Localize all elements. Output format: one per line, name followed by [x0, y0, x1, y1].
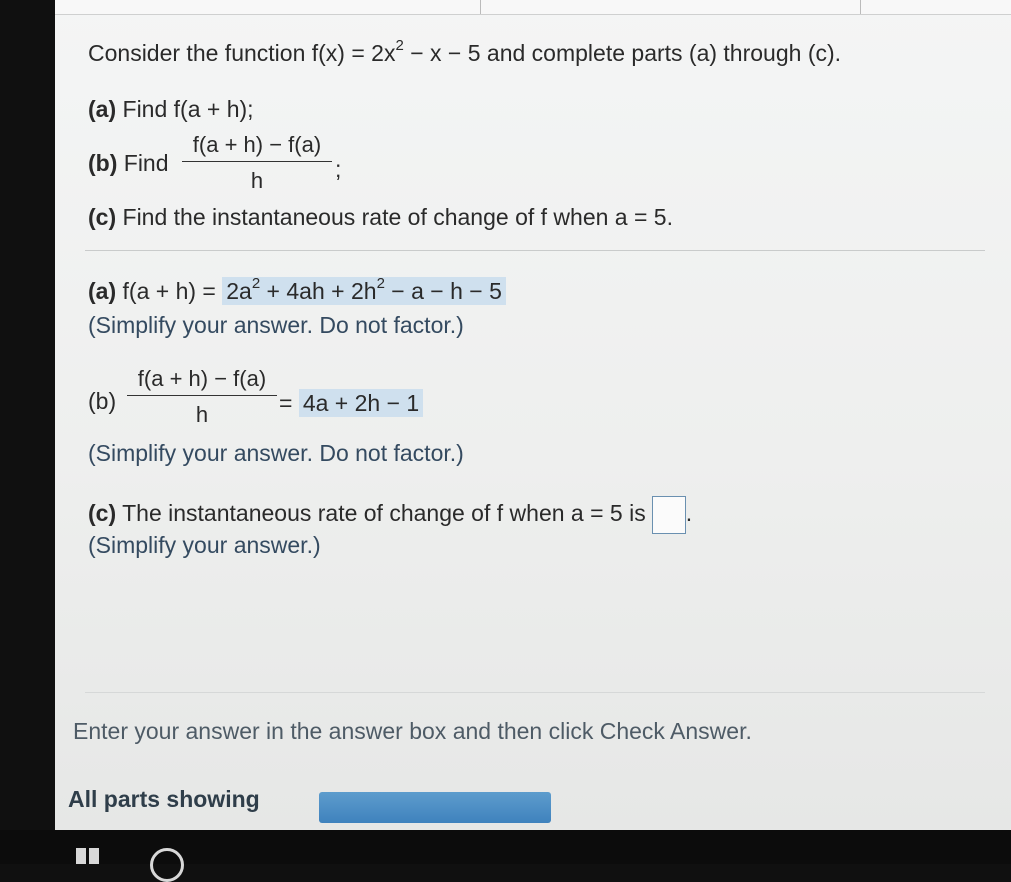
- answer-a-exponent: 2: [376, 275, 385, 292]
- answer-b-note: (Simplify your answer. Do not factor.): [88, 440, 464, 466]
- question-intro: Consider the function f(x) = 2x2 − x − 5…: [88, 37, 842, 67]
- answer-a-exponent: 2: [251, 275, 261, 292]
- answer-c-text: The instantaneous rate of change of f wh…: [122, 500, 646, 527]
- parts-showing-label: All parts showing: [68, 786, 260, 812]
- part-c-prompt: (c) Find the instantaneous rate of chang…: [88, 204, 673, 231]
- answer-b-fraction: f(a + h) − f(a) h: [127, 366, 277, 428]
- intro-text-end: − x − 5 and complete parts (a) through (…: [403, 40, 842, 66]
- part-a-tag: (a): [88, 96, 117, 122]
- part-a-prompt: (a) Find f(a + h);: [88, 96, 254, 123]
- question-panel: Consider the function f(x) = 2x2 − x − 5…: [55, 0, 1011, 830]
- part-c-tag: (c): [88, 204, 117, 230]
- answer-a-term: − a − h − 5: [384, 278, 502, 304]
- footer-instruction: Enter your answer in the answer box and …: [73, 718, 752, 744]
- part-c-text: Find the instantaneous rate of change of…: [122, 204, 673, 230]
- section-divider: [85, 250, 985, 251]
- answer-b-tag: (b): [88, 388, 117, 414]
- answer-b-field[interactable]: 4a + 2h − 1: [298, 389, 424, 417]
- top-toolbar-strip: [55, 0, 1011, 15]
- part-b-text: Find: [123, 150, 169, 176]
- answer-a-term: 2a: [226, 278, 252, 304]
- answer-c-row: (c) The instantaneous rate of change of …: [88, 496, 692, 534]
- answer-c-tag: (c): [88, 500, 117, 527]
- windows-start-icon[interactable]: [76, 848, 100, 864]
- intro-text: Consider the function f(x) = 2x: [88, 40, 396, 66]
- answer-b-result: = 4a + 2h − 1: [279, 389, 424, 417]
- taskbar: [0, 830, 1011, 882]
- part-a-text: Find f(a + h);: [122, 96, 254, 122]
- equals-sign: =: [279, 390, 293, 416]
- part-b-end: ;: [335, 156, 342, 182]
- answer-a-term: + 4ah + 2h: [260, 278, 377, 304]
- intro-exponent: 2: [395, 37, 404, 54]
- answer-a-lhs: f(a + h) =: [122, 278, 216, 304]
- answer-a-field[interactable]: 2a2 + 4ah + 2h2 − a − h − 5: [222, 275, 506, 305]
- answer-a-note: (Simplify your answer. Do not factor.): [88, 312, 464, 338]
- fraction-denominator: h: [195, 402, 209, 427]
- toolbar-separator: [860, 0, 861, 14]
- toolbar-separator: [480, 0, 481, 14]
- search-icon[interactable]: [150, 848, 184, 882]
- fraction-denominator: h: [250, 168, 264, 193]
- answer-c-end: .: [685, 500, 693, 527]
- fraction-numerator: f(a + h) − f(a): [182, 132, 332, 162]
- parts-progress-bar[interactable]: [319, 792, 551, 823]
- part-b-fraction: f(a + h) − f(a) h: [182, 132, 332, 194]
- fraction-numerator: f(a + h) − f(a): [127, 366, 277, 396]
- part-b-tag: (b): [88, 150, 118, 176]
- part-b-prompt: (b) Find: [88, 150, 169, 177]
- answer-c-note: (Simplify your answer.): [88, 532, 321, 558]
- footer-divider: [85, 692, 985, 693]
- answer-a-row: (a) f(a + h) = 2a2 + 4ah + 2h2 − a − h −…: [88, 275, 506, 305]
- answer-c-input[interactable]: [651, 496, 686, 534]
- answer-a-tag: (a): [88, 278, 117, 304]
